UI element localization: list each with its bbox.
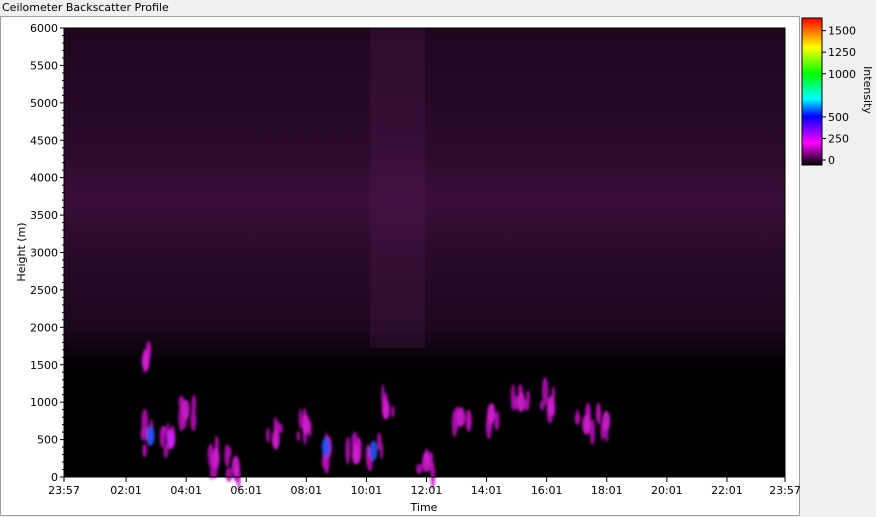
colorbar-label: Intensity [861,66,874,114]
y-tick-label: 2000 [30,321,58,334]
feature-streak [391,405,395,419]
colorbar-tick-label: 0 [828,154,835,167]
feature-core [231,455,240,476]
feature-streak [542,377,549,405]
y-tick-label: 4000 [30,172,58,185]
x-axis: 23:57 02:01 04:01 06:01 08:01 10:01 12:01 14:01… [48,477,801,497]
y-tick-label: 6000 [30,22,58,35]
feature-streak [140,427,148,441]
y-tick-label: 1500 [30,359,58,372]
x-tick-label: 08:01 [290,484,322,497]
x-tick-label: 23:57 [769,484,801,497]
feature-streak [159,426,166,448]
feature-streak [494,410,500,431]
colorbar-tick-label: 1250 [828,46,856,59]
feature-streak [589,418,596,446]
x-axis-label: Time [410,501,438,514]
y-tick-label: 500 [37,434,58,447]
x-tick-label: 20:01 [651,484,683,497]
feature-streak [429,452,434,467]
feature-core [381,399,390,420]
feature-streak [345,436,351,465]
feature-core [211,448,220,469]
y-tick-label: 0 [51,471,58,484]
backscatter-chart: 0500100015002000250030003500400045005000… [15,17,874,514]
colorbar [801,17,823,166]
feature-streak [265,427,270,443]
feature-core [517,392,526,413]
colorbar-ticks: 0 250 500 1000 1250 1500 [822,25,856,167]
feature-core [582,414,591,435]
x-tick-label: 22:01 [711,484,743,497]
y-tick-label: 3000 [30,247,58,260]
feature-core [602,410,611,431]
feature-streak [597,407,601,425]
y-tick-label: 4500 [30,134,58,147]
midday-noise-band [370,28,425,348]
feature-core [146,425,155,446]
feature-core [181,399,190,420]
feature-core [141,351,150,372]
feature-core [321,437,330,458]
feature-core [166,429,175,450]
x-tick-label: 14:01 [471,484,503,497]
feature-core [487,403,496,424]
feature-streak [298,408,302,430]
colorbar-tick-label: 250 [828,132,849,145]
y-tick-label: 5500 [30,59,58,72]
feature-streak [296,430,300,442]
feature-core [457,407,466,428]
feature-streak [228,446,232,458]
x-tick-label: 10:01 [351,484,383,497]
colorbar-tick-label: 1000 [828,68,856,81]
y-tick-label: 2500 [30,284,58,297]
feature-streak [416,463,423,475]
x-tick-label: 04:01 [170,484,202,497]
feature-streak [377,432,382,450]
y-axis-label: Height (m) [15,222,28,281]
y-tick-label: 5000 [30,97,58,110]
x-tick-label: 18:01 [591,484,623,497]
feature-streak [467,412,472,429]
y-tick-label: 1000 [30,396,58,409]
x-tick-label: 12:01 [411,484,443,497]
x-tick-label: 02:01 [110,484,142,497]
feature-core [369,440,378,461]
x-tick-label: 23:57 [48,484,80,497]
feature-streak [142,443,148,458]
colorbar-tick-label: 500 [828,111,849,124]
feature-streak [575,409,580,425]
y-tick-label: 3500 [30,209,58,222]
x-tick-label: 06:01 [230,484,262,497]
colorbar-tick-label: 1500 [828,25,856,38]
feature-streak [225,467,233,482]
feature-core [271,429,280,450]
feature-core [301,414,310,435]
feature-core [422,452,431,473]
x-tick-label: 16:01 [531,484,563,497]
y-axis: 0 500 1000 1500 2000 2500 3000 3500 4000 4500 5000… [30,22,64,484]
feature-streak [190,409,197,432]
feature-core [547,395,556,416]
feature-core [351,444,360,465]
